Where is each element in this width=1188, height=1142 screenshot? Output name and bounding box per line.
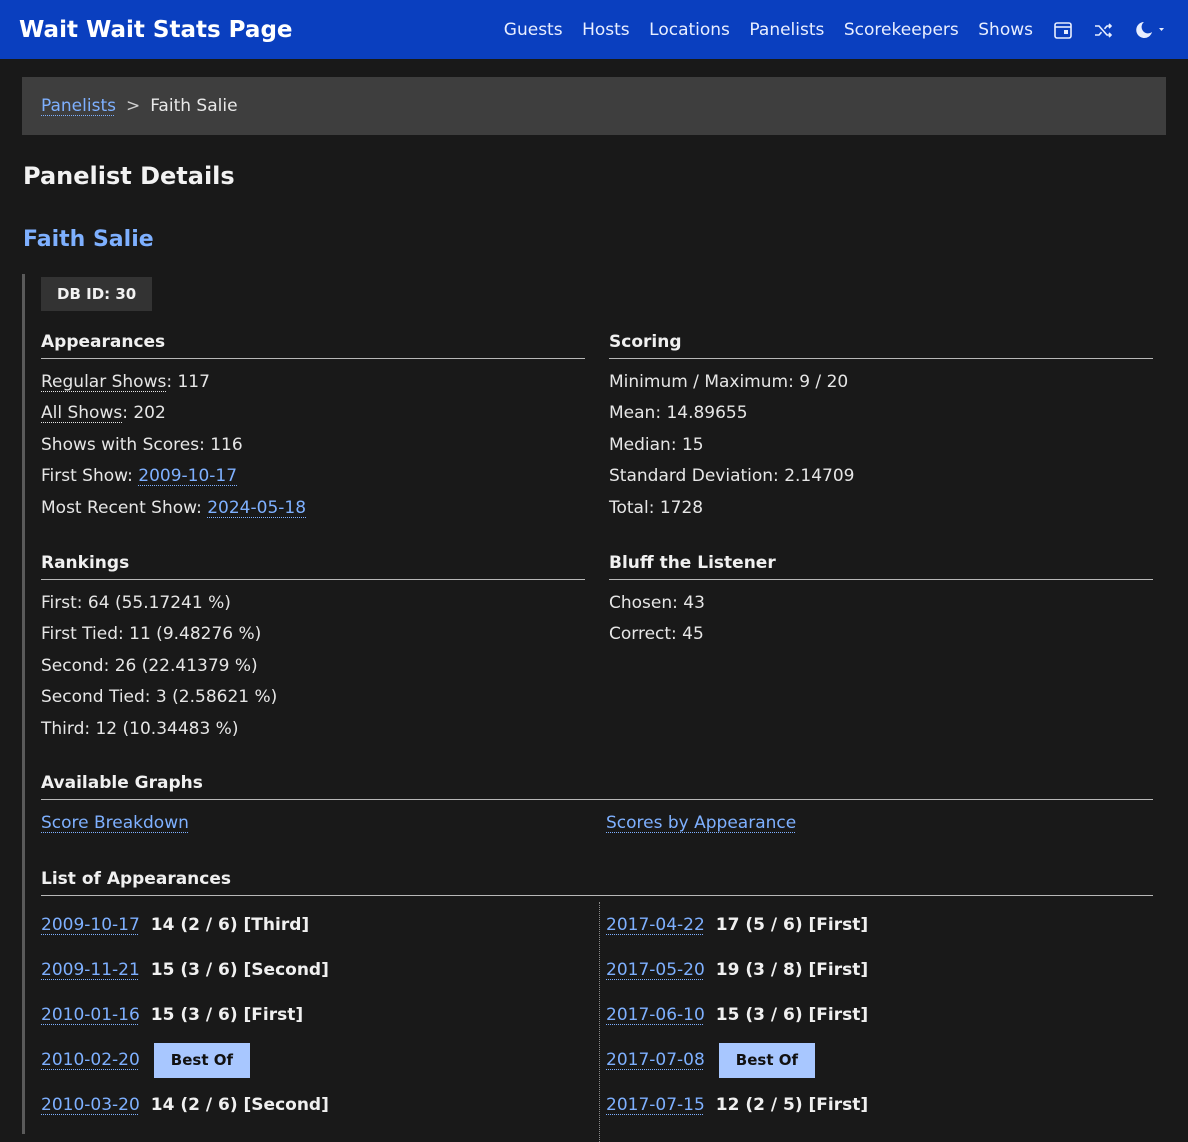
appearance-date-link[interactable]: 2009-10-17 [41,915,140,935]
appearance-date-link[interactable]: 2010-01-16 [41,1005,140,1025]
breadcrumb: Panelists > Faith Salie [22,77,1166,135]
list-item: 2017-07-08 Best Of [606,1042,816,1078]
shows-with-scores-stat: Shows with Scores: 116 [41,435,243,455]
list-item: 2010-03-20 14 (2 / 6) [Second] [41,1088,329,1122]
bluff-heading: Bluff the Listener [609,553,1153,580]
appearances-heading: Appearances [41,332,585,359]
best-of-badge: Best Of [153,1042,251,1078]
total-stat: Total: 1728 [609,498,704,518]
panelist-details: DB ID: 30 Appearances Regular Shows: 117… [22,274,1166,1142]
bluff-chosen-stat: Chosen: 43 [609,593,705,613]
list-item: 2017-04-22 17 (5 / 6) [First] [606,908,868,942]
top-navbar: Wait Wait Stats Page Guests Hosts Locati… [0,0,1188,59]
median-stat: Median: 15 [609,435,704,455]
rankings-heading: Rankings [41,553,585,580]
regular-shows-label: Regular Shows [41,372,167,392]
rank-second-tied-stat: Second Tied: 3 (2.58621 %) [41,687,278,707]
appearance-date-link[interactable]: 2010-02-20 [41,1050,140,1070]
recent-show-stat: Most Recent Show: 2024-05-18 [41,498,306,518]
nav-link-shows[interactable]: Shows [978,20,1033,40]
nav-link-panelists[interactable]: Panelists [749,20,824,40]
regular-shows-value: : 117 [166,372,210,392]
nav-link-hosts[interactable]: Hosts [582,20,630,40]
score-breakdown-link[interactable]: Score Breakdown [41,813,189,833]
nav-link-locations[interactable]: Locations [649,20,730,40]
calendar-icon[interactable] [1053,20,1073,40]
scoring-heading: Scoring [609,332,1153,359]
rank-third-stat: Third: 12 (10.34483 %) [41,719,239,739]
scores-by-appearance-link[interactable]: Scores by Appearance [606,813,796,833]
appearance-score: 12 (2 / 5) [First] [715,1095,869,1115]
appearance-score: 14 (2 / 6) [Second] [150,1095,329,1115]
rank-first-stat: First: 64 (55.17241 %) [41,593,231,613]
graphs-heading: Available Graphs [41,773,1153,800]
first-show-stat: First Show: 2009-10-17 [41,466,237,486]
min-max-stat: Minimum / Maximum: 9 / 20 [609,372,849,392]
breadcrumb-separator: > [125,96,141,116]
appearance-score: 15 (3 / 6) [First] [715,1005,869,1025]
recent-show-link[interactable]: 2024-05-18 [207,498,306,518]
appearance-score: 15 (3 / 6) [Second] [150,960,329,980]
appearance-date-link[interactable]: 2017-04-22 [606,915,705,935]
list-item: 2010-01-16 15 (3 / 6) [First] [41,998,303,1032]
all-shows-value: : 202 [122,403,166,423]
theme-moon-icon[interactable] [1133,20,1169,40]
list-item: 2010-02-20 Best Of [41,1042,251,1078]
appearance-date-link[interactable]: 2017-07-08 [606,1050,705,1070]
list-item: 2009-11-21 15 (3 / 6) [Second] [41,953,329,987]
rank-second-stat: Second: 26 (22.41379 %) [41,656,258,676]
column-divider [599,902,600,1142]
list-item: 2009-10-17 14 (2 / 6) [Third] [41,908,309,942]
panelist-name[interactable]: Faith Salie [23,227,154,252]
appearance-date-link[interactable]: 2009-11-21 [41,960,140,980]
appearance-date-link[interactable]: 2010-03-20 [41,1095,140,1115]
site-brand[interactable]: Wait Wait Stats Page [19,17,293,43]
appearance-score: 17 (5 / 6) [First] [715,915,869,935]
rank-first-tied-stat: First Tied: 11 (9.48276 %) [41,624,262,644]
breadcrumb-current: Faith Salie [150,96,238,116]
shuffle-icon[interactable] [1093,20,1113,40]
best-of-badge: Best Of [718,1042,816,1078]
page-title: Panelist Details [23,162,235,190]
list-item: 2017-07-15 12 (2 / 5) [First] [606,1088,868,1122]
appearance-score: 19 (3 / 8) [First] [715,960,869,980]
bluff-correct-stat: Correct: 45 [609,624,704,644]
nav-link-guests[interactable]: Guests [504,20,563,40]
appearances-list-heading: List of Appearances [41,869,1153,896]
all-shows-label: All Shows [41,403,123,423]
stddev-stat: Standard Deviation: 2.14709 [609,466,855,486]
first-show-link[interactable]: 2009-10-17 [138,466,237,486]
appearance-date-link[interactable]: 2017-06-10 [606,1005,705,1025]
list-item: 2017-05-20 19 (3 / 8) [First] [606,953,868,987]
appearance-score: 14 (2 / 6) [Third] [150,915,310,935]
db-id-badge: DB ID: 30 [41,277,153,311]
appearance-date-link[interactable]: 2017-07-15 [606,1095,705,1115]
nav-menu: Guests Hosts Locations Panelists Scoreke… [484,20,1169,40]
breadcrumb-panelists-link[interactable]: Panelists [41,96,116,116]
mean-stat: Mean: 14.89655 [609,403,748,423]
list-item: 2017-06-10 15 (3 / 6) [First] [606,998,868,1032]
appearance-score: 15 (3 / 6) [First] [150,1005,304,1025]
first-show-label: First Show: [41,466,139,486]
nav-link-scorekeepers[interactable]: Scorekeepers [844,20,959,40]
recent-show-label: Most Recent Show: [41,498,208,518]
appearance-date-link[interactable]: 2017-05-20 [606,960,705,980]
all-shows-stat: All Shows: 202 [41,403,166,423]
regular-shows-stat: Regular Shows: 117 [41,372,210,392]
